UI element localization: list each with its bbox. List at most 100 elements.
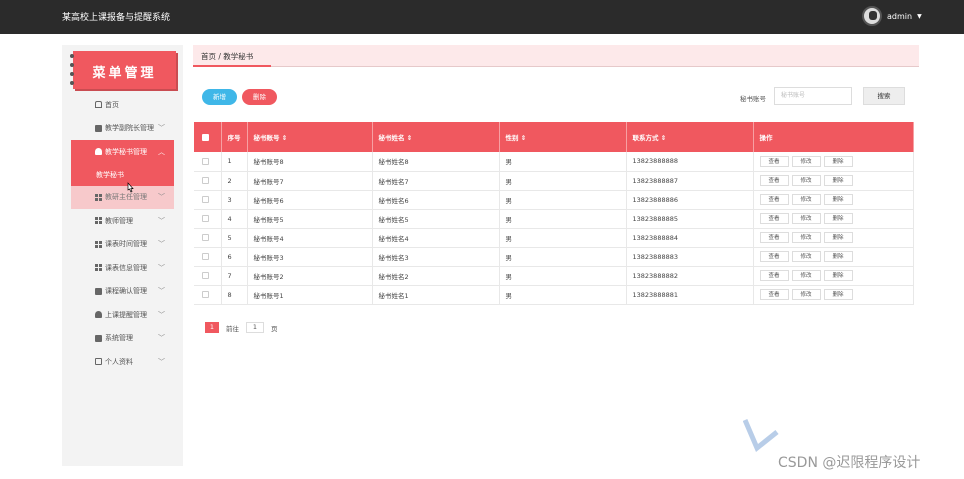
cell-phone: 13823888881 [626, 285, 754, 305]
checkbox-icon[interactable] [202, 291, 209, 298]
search-button[interactable]: 搜索 [863, 87, 905, 105]
cell-phone: 13823888883 [626, 247, 754, 267]
chevron-down-icon: ﹀ [158, 193, 165, 202]
table-row[interactable]: 8 秘书账号1 秘书姓名1 男 13823888881 查看 修改 删除 [194, 285, 914, 305]
row-checkbox-cell[interactable] [194, 247, 222, 267]
submenu-item-secretary[interactable]: 教学秘书 [71, 163, 174, 186]
col-gender[interactable]: 性别 ⇕ [499, 122, 627, 152]
delete-row-button[interactable]: 删除 [823, 175, 853, 186]
cell-name: 秘书姓名8 [372, 152, 500, 172]
checkbox-icon[interactable] [202, 133, 209, 141]
checkbox-icon[interactable] [202, 234, 209, 241]
breadcrumb[interactable]: 首页 / 教学秘书 [201, 51, 253, 62]
delete-row-button[interactable]: 删除 [823, 289, 853, 300]
breadcrumb-bar: 首页 / 教学秘书 [193, 45, 919, 67]
row-checkbox-cell[interactable] [194, 285, 222, 305]
goto-input[interactable]: 1 [246, 322, 264, 333]
view-button[interactable]: 查看 [759, 251, 789, 262]
row-checkbox-cell[interactable] [194, 152, 222, 172]
menu-logo: 菜单管理 [70, 51, 176, 89]
edit-button[interactable]: 修改 [791, 270, 821, 281]
view-button[interactable]: 查看 [759, 175, 789, 186]
row-checkbox-cell[interactable] [194, 266, 222, 286]
sidebar-item-teacher[interactable]: 教师管理 ﹀ [62, 209, 183, 233]
sidebar-item-schedule-info[interactable]: 课表信息管理 ﹀ [62, 256, 183, 280]
row-checkbox-cell[interactable] [194, 171, 222, 191]
user-name[interactable]: admin [887, 12, 912, 21]
delete-row-button[interactable]: 删除 [823, 251, 853, 262]
sidebar-item-profile[interactable]: 个人资料 ﹀ [62, 350, 183, 374]
sidebar-item-vice-dean[interactable]: 教学副院长管理 ﹀ [62, 117, 183, 141]
table-row[interactable]: 7 秘书账号2 秘书姓名2 男 13823888882 查看 修改 删除 [194, 266, 914, 286]
sidebar-item-system[interactable]: 系统管理 ﹀ [62, 327, 183, 351]
search-input[interactable]: 秘书账号 [774, 87, 852, 105]
col-account[interactable]: 秘书账号 ⇕ [247, 122, 373, 152]
caret-down-icon[interactable]: ▼ [917, 13, 922, 20]
cell-account: 秘书账号7 [247, 171, 373, 191]
delete-row-button[interactable]: 删除 [823, 213, 853, 224]
checkbox-icon[interactable] [202, 177, 209, 184]
chevron-down-icon: ﹀ [158, 287, 165, 296]
view-button[interactable]: 查看 [759, 213, 789, 224]
sidebar-item-schedule-time[interactable]: 课表时间管理 ﹀ [62, 233, 183, 257]
sidebar-item-label: 个人资料 [105, 357, 133, 366]
row-checkbox-cell[interactable] [194, 190, 222, 210]
add-button[interactable]: 新增 [202, 89, 237, 105]
edit-button[interactable]: 修改 [791, 251, 821, 262]
delete-row-button[interactable]: 删除 [823, 232, 853, 243]
col-phone[interactable]: 联系方式 ⇕ [626, 122, 754, 152]
select-all-checkbox[interactable] [194, 122, 222, 152]
view-button[interactable]: 查看 [759, 289, 789, 300]
cell-index: 3 [221, 190, 248, 210]
delete-row-button[interactable]: 删除 [823, 155, 853, 167]
edit-button[interactable]: 修改 [791, 194, 821, 205]
table-row[interactable]: 2 秘书账号7 秘书姓名7 男 13823888887 查看 修改 删除 [194, 171, 914, 191]
col-name[interactable]: 秘书姓名 ⇕ [372, 122, 500, 152]
sidebar-item-course-confirm[interactable]: 课程确认管理 ﹀ [62, 280, 183, 304]
table-row[interactable]: 3 秘书账号6 秘书姓名6 男 13823888886 查看 修改 删除 [194, 190, 914, 210]
sidebar-item-home[interactable]: 首页 [62, 93, 183, 117]
table-row[interactable]: 1 秘书账号8 秘书姓名8 男 13823888888 查看 修改 删除 [194, 152, 914, 172]
search-label: 秘书账号 [740, 95, 766, 103]
edit-button[interactable]: 修改 [791, 232, 821, 243]
csdn-logo-icon [743, 419, 779, 452]
view-button[interactable]: 查看 [759, 270, 789, 281]
checkbox-icon[interactable] [202, 272, 209, 279]
sidebar-item-label: 首页 [105, 100, 119, 109]
edit-button[interactable]: 修改 [791, 213, 821, 224]
home-icon [95, 101, 102, 109]
avatar[interactable] [862, 6, 882, 26]
checkbox-icon[interactable] [202, 157, 209, 165]
checkbox-icon[interactable] [202, 196, 209, 203]
table-row[interactable]: 6 秘书账号3 秘书姓名3 男 13823888883 查看 修改 删除 [194, 247, 914, 267]
checkbox-icon[interactable] [202, 215, 209, 222]
cell-name: 秘书姓名3 [372, 247, 500, 267]
cell-name: 秘书姓名7 [372, 171, 500, 191]
user-menu[interactable]: admin ▼ [862, 6, 922, 26]
checkbox-icon[interactable] [202, 253, 209, 260]
delete-row-button[interactable]: 删除 [823, 194, 853, 205]
view-button[interactable]: 查看 [759, 155, 789, 167]
sidebar-item-research-director[interactable]: 教研主任管理 ﹀ [71, 185, 174, 209]
row-checkbox-cell[interactable] [194, 209, 222, 229]
edit-button[interactable]: 修改 [791, 155, 821, 167]
table-row[interactable]: 5 秘书账号4 秘书姓名4 男 13823888884 查看 修改 删除 [194, 228, 914, 248]
row-checkbox-cell[interactable] [194, 228, 222, 248]
table-row[interactable]: 4 秘书账号5 秘书姓名5 男 13823888885 查看 修改 删除 [194, 209, 914, 229]
delete-button[interactable]: 删除 [242, 89, 277, 105]
sidebar-item-class-reminder[interactable]: 上课提醒管理 ﹀ [62, 303, 183, 327]
grid-icon [95, 240, 102, 248]
cell-gender: 男 [499, 247, 627, 267]
delete-row-button[interactable]: 删除 [823, 270, 853, 281]
view-button[interactable]: 查看 [759, 232, 789, 243]
edit-button[interactable]: 修改 [791, 175, 821, 186]
page-number[interactable]: 1 [205, 322, 219, 333]
sidebar: 菜单管理 首页 教学副院长管理 ﹀ 教学秘书管理 ︿ 教学秘书 教研主任管理 ﹀… [62, 45, 183, 466]
view-button[interactable]: 查看 [759, 194, 789, 205]
edit-button[interactable]: 修改 [791, 289, 821, 300]
chevron-up-icon: ︿ [158, 147, 165, 156]
cell-name: 秘书姓名1 [372, 285, 500, 305]
top-bar: 某高校上课报备与提醒系统 admin ▼ [0, 0, 964, 34]
chevron-down-icon: ﹀ [158, 240, 165, 249]
sidebar-item-secretary[interactable]: 教学秘书管理 ︿ [71, 140, 174, 164]
